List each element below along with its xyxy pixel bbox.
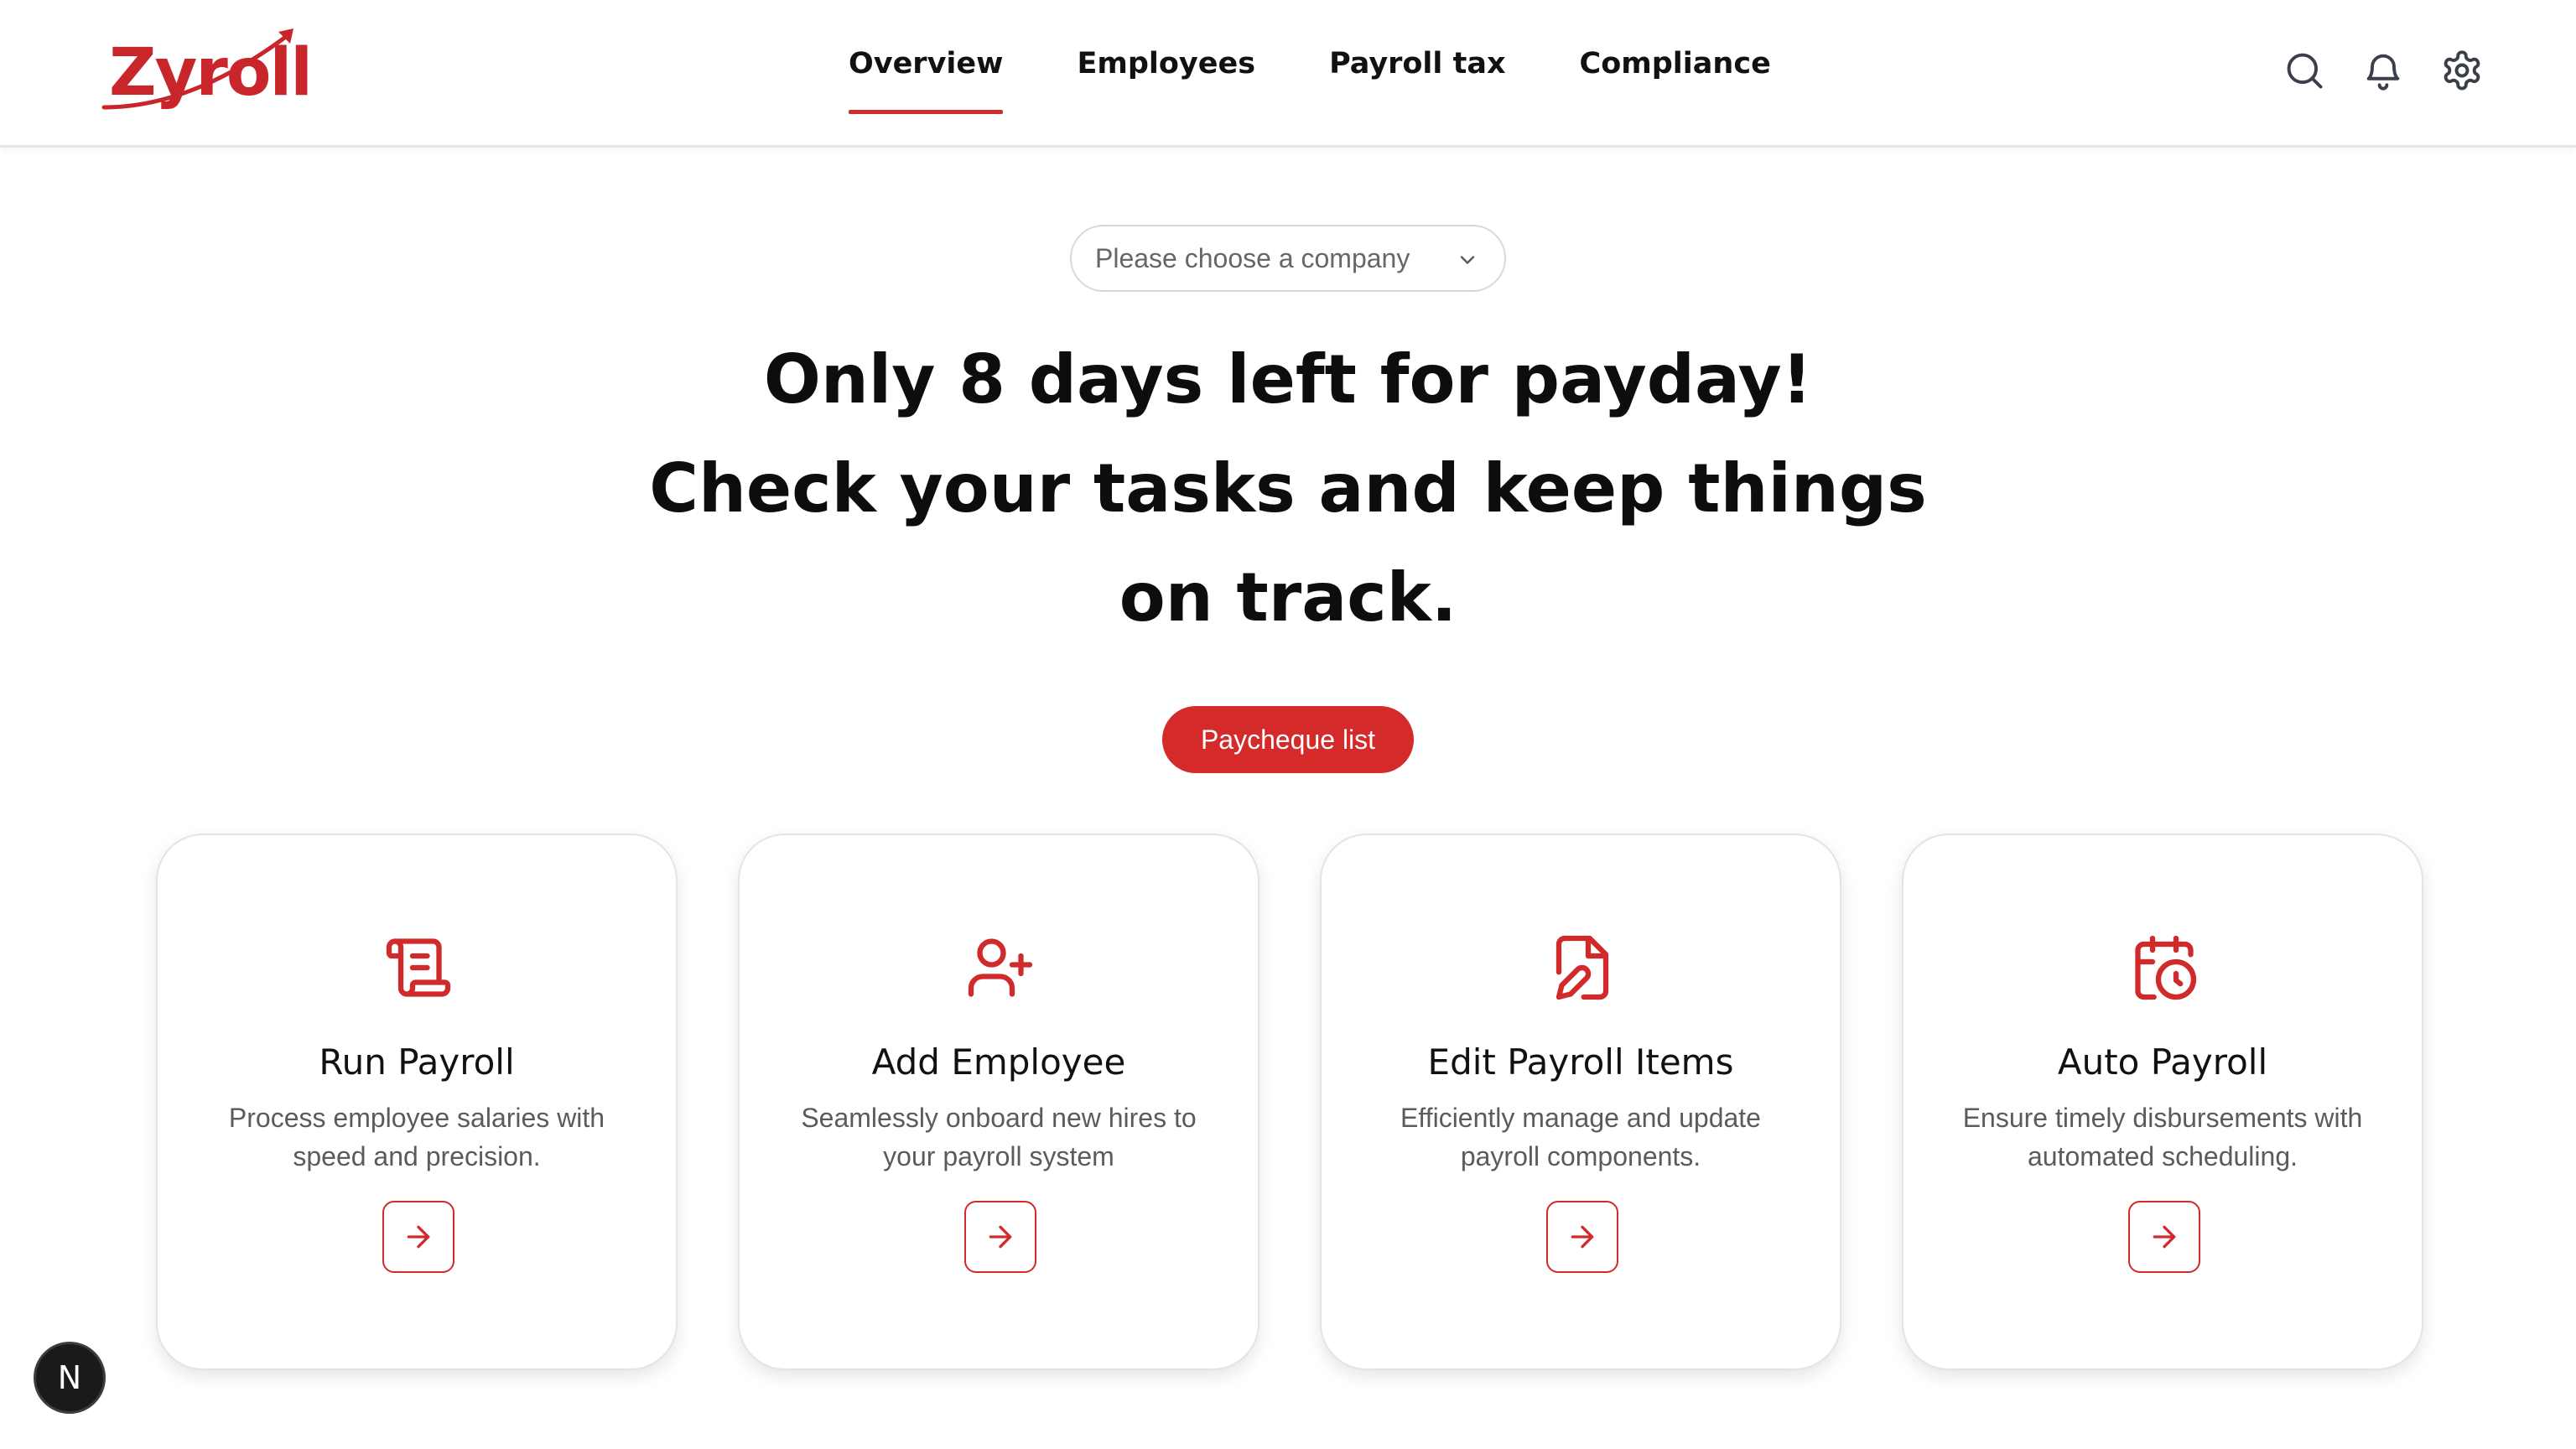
- arrow-right-icon: [407, 1225, 430, 1249]
- auto-payroll-arrow-button[interactable]: [2128, 1201, 2200, 1273]
- company-select-placeholder: Please choose a company: [1095, 242, 1410, 273]
- card-description: Seamlessly onboard new hires to your pay…: [801, 1103, 1197, 1171]
- card-title: Add Employee: [871, 1041, 1126, 1083]
- hero-heading: Only 8 days left for payday! Check your …: [617, 325, 1959, 652]
- hero-line-3: on track.: [1119, 558, 1457, 636]
- card-description: Efficiently manage and update payroll co…: [1400, 1103, 1761, 1171]
- nav-compliance[interactable]: Compliance: [1580, 47, 1771, 114]
- card-title: Auto Payroll: [2057, 1041, 2268, 1083]
- card-run-payroll[interactable]: Run Payroll Process employee salaries wi…: [156, 834, 678, 1370]
- card-description: Ensure timely disbursements with automat…: [1962, 1103, 2363, 1171]
- top-header: Zyroll Overview Employees Payroll tax Co…: [0, 0, 2576, 148]
- search-icon[interactable]: [2283, 49, 2326, 92]
- card-description: Process employee salaries with speed and…: [228, 1103, 605, 1171]
- gear-icon[interactable]: [2440, 49, 2484, 92]
- card-auto-payroll[interactable]: Auto Payroll Ensure timely disbursements…: [1902, 834, 2423, 1370]
- calendar-clock-icon: [2135, 935, 2197, 1000]
- card-edit-payroll-items[interactable]: Edit Payroll Items Efficiently manage an…: [1320, 834, 1841, 1370]
- main-nav: Overview Employees Payroll tax Complianc…: [849, 47, 1845, 114]
- file-edit-icon: [1555, 935, 1609, 1000]
- nav-employees[interactable]: Employees: [1077, 47, 1255, 114]
- run-payroll-arrow-button[interactable]: [382, 1201, 454, 1273]
- company-select[interactable]: Please choose a company: [1070, 225, 1506, 292]
- edit-payroll-items-arrow-button[interactable]: [1546, 1201, 1618, 1273]
- hero-line-2: Check your tasks and keep things: [649, 449, 1927, 527]
- nav-payroll-tax[interactable]: Payroll tax: [1329, 47, 1505, 114]
- card-title: Run Payroll: [319, 1041, 515, 1083]
- chevron-down-icon: [1460, 256, 1475, 264]
- user-plus-icon: [968, 938, 1033, 997]
- nav-overview[interactable]: Overview: [849, 47, 1004, 114]
- header-actions: [2283, 49, 2484, 92]
- arrow-right-icon: [989, 1225, 1012, 1249]
- card-title: Edit Payroll Items: [1427, 1041, 1734, 1083]
- card-add-employee[interactable]: Add Employee Seamlessly onboard new hire…: [738, 834, 1259, 1370]
- action-cards: Run Payroll Process employee salaries wi…: [156, 834, 2423, 1370]
- arrow-right-icon: [2153, 1225, 2176, 1249]
- dev-tools-badge[interactable]: N: [34, 1342, 106, 1414]
- zyroll-logo[interactable]: Zyroll: [101, 27, 313, 119]
- logo-swoosh: [101, 29, 293, 110]
- bell-icon[interactable]: [2361, 49, 2405, 92]
- add-employee-arrow-button[interactable]: [964, 1201, 1036, 1273]
- badge-letter: N: [57, 1359, 82, 1396]
- hero-line-1: Only 8 days left for payday!: [763, 340, 1813, 418]
- paycheque-list-button[interactable]: Paycheque list: [1162, 706, 1414, 773]
- arrow-right-icon: [1571, 1225, 1594, 1249]
- scroll-icon: [386, 938, 451, 997]
